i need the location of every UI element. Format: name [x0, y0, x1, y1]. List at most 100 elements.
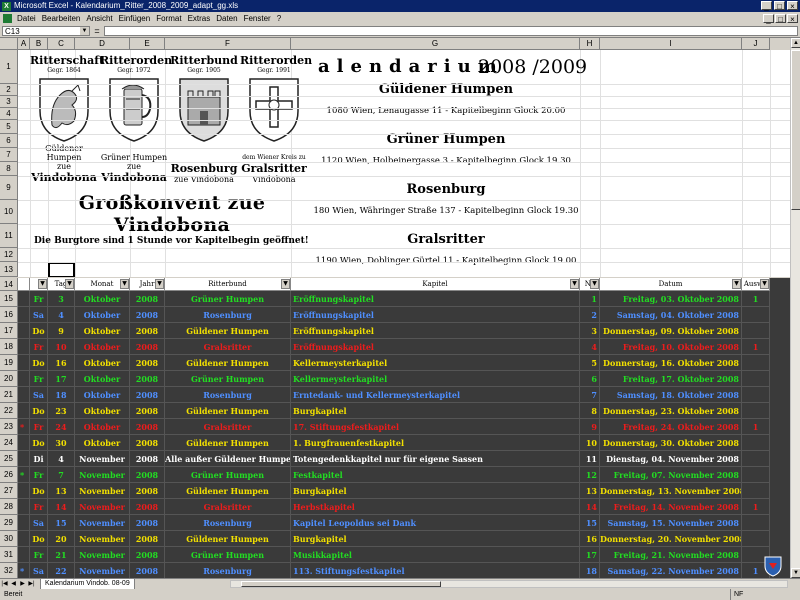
- cell-ritterbund[interactable]: Rosenburg: [165, 515, 291, 531]
- cell-day[interactable]: 17: [48, 371, 75, 387]
- cell-ritterbund[interactable]: Güldener Humpen: [165, 323, 291, 339]
- cell-month[interactable]: Oktober: [75, 323, 130, 339]
- cell-weekday[interactable]: Do: [30, 435, 48, 451]
- cell-day[interactable]: 15: [48, 515, 75, 531]
- cell-extra[interactable]: [742, 435, 770, 451]
- cell-weekday[interactable]: Fr: [30, 499, 48, 515]
- cell-year[interactable]: 2008: [130, 371, 165, 387]
- cell-number[interactable]: 12: [580, 467, 600, 483]
- cell-year[interactable]: 2008: [130, 435, 165, 451]
- workbook-icon[interactable]: [3, 14, 12, 23]
- row-marker[interactable]: [18, 515, 30, 531]
- row-header-25[interactable]: 25: [0, 451, 18, 467]
- row-header-2[interactable]: 2: [0, 84, 18, 96]
- cell-year[interactable]: 2008: [130, 323, 165, 339]
- cell-ritterbund[interactable]: Gralsritter: [165, 499, 291, 515]
- cell-year[interactable]: 2008: [130, 339, 165, 355]
- row-header-8[interactable]: 8: [0, 162, 18, 176]
- cell-ritterbund[interactable]: Güldener Humpen: [165, 435, 291, 451]
- cell-year[interactable]: 2008: [130, 515, 165, 531]
- row-marker[interactable]: [18, 483, 30, 499]
- row-header-27[interactable]: 27: [0, 483, 18, 499]
- cell-number[interactable]: 8: [580, 403, 600, 419]
- next-sheet-icon[interactable]: ▶: [18, 580, 27, 589]
- row-marker[interactable]: [18, 323, 30, 339]
- cell-extra[interactable]: [742, 531, 770, 547]
- row-header-13[interactable]: 13: [0, 262, 18, 277]
- name-box[interactable]: C13 ▼: [2, 26, 90, 36]
- cell-day[interactable]: 20: [48, 531, 75, 547]
- cell-month[interactable]: Oktober: [75, 403, 130, 419]
- cell-extra[interactable]: 1: [742, 339, 770, 355]
- cell-kapitel[interactable]: 1. Burgfrauenfestkapitel: [291, 435, 580, 451]
- maximize-button[interactable]: □: [774, 1, 785, 11]
- cell-month[interactable]: November: [75, 499, 130, 515]
- cell-weekday[interactable]: Do: [30, 403, 48, 419]
- row-header-12[interactable]: 12: [0, 248, 18, 262]
- formula-equals[interactable]: =: [90, 26, 104, 36]
- cell-ritterbund[interactable]: Grüner Humpen: [165, 547, 291, 563]
- doc-minimize-button[interactable]: _: [763, 14, 774, 24]
- row-header-3[interactable]: 3: [0, 96, 18, 108]
- menu-item-8[interactable]: ?: [274, 14, 284, 23]
- cell-year[interactable]: 2008: [130, 451, 165, 467]
- sheet-tab-kalendarium[interactable]: Kalendarium Vindob. 08-09: [40, 578, 135, 590]
- cell-kapitel[interactable]: Eröffnungskapitel: [291, 339, 580, 355]
- horizontal-scroll-thumb[interactable]: [241, 581, 441, 587]
- cell-extra[interactable]: [742, 403, 770, 419]
- cell-datum[interactable]: Donnerstag, 09. Oktober 2008: [600, 323, 742, 339]
- cell-month[interactable]: Oktober: [75, 307, 130, 323]
- cell-month[interactable]: November: [75, 515, 130, 531]
- menu-item-7[interactable]: Fenster: [241, 14, 274, 23]
- menu-item-4[interactable]: Format: [153, 14, 184, 23]
- row-header-5[interactable]: 5: [0, 120, 18, 134]
- cell-month[interactable]: Oktober: [75, 419, 130, 435]
- row-marker[interactable]: [18, 307, 30, 323]
- minimize-button[interactable]: _: [761, 1, 772, 11]
- cell-kapitel[interactable]: Erntedank- und Kellermeysterkapitel: [291, 387, 580, 403]
- cell-day[interactable]: 30: [48, 435, 75, 451]
- cell-year[interactable]: 2008: [130, 483, 165, 499]
- cell-year[interactable]: 2008: [130, 403, 165, 419]
- row-header-1[interactable]: 1: [0, 50, 18, 84]
- cell-kapitel[interactable]: Musikkapitel: [291, 547, 580, 563]
- cell-ritterbund[interactable]: Grüner Humpen: [165, 291, 291, 307]
- autofilter-dropdown-icon[interactable]: ▼: [590, 279, 599, 289]
- row-header-16[interactable]: 16: [0, 307, 18, 323]
- cell-month[interactable]: Oktober: [75, 355, 130, 371]
- cell-day[interactable]: 3: [48, 291, 75, 307]
- row-header-11[interactable]: 11: [0, 224, 18, 248]
- cell-month[interactable]: November: [75, 531, 130, 547]
- cell-weekday[interactable]: Fr: [30, 467, 48, 483]
- autofilter-dropdown-icon[interactable]: ▼: [120, 279, 129, 289]
- column-header-f[interactable]: F: [165, 38, 291, 50]
- cell-year[interactable]: 2008: [130, 291, 165, 307]
- cell-day[interactable]: 18: [48, 387, 75, 403]
- row-marker[interactable]: [18, 547, 30, 563]
- row-header-4[interactable]: 4: [0, 108, 18, 120]
- cell-datum[interactable]: Freitag, 14. November 2008: [600, 499, 742, 515]
- cell-kapitel[interactable]: Kapitel Leopoldus sei Dank: [291, 515, 580, 531]
- column-header-a[interactable]: A: [18, 38, 30, 50]
- cell-extra[interactable]: [742, 355, 770, 371]
- menu-item-5[interactable]: Extras: [185, 14, 214, 23]
- cell-weekday[interactable]: Do: [30, 531, 48, 547]
- cell-year[interactable]: 2008: [130, 563, 165, 578]
- cell-extra[interactable]: [742, 467, 770, 483]
- cell-weekday[interactable]: Do: [30, 323, 48, 339]
- cell-weekday[interactable]: Sa: [30, 307, 48, 323]
- cell-year[interactable]: 2008: [130, 499, 165, 515]
- cell-datum[interactable]: Freitag, 17. Oktober 2008: [600, 371, 742, 387]
- cell-day[interactable]: 14: [48, 499, 75, 515]
- cell-datum[interactable]: Freitag, 24. Oktober 2008: [600, 419, 742, 435]
- close-button[interactable]: ×: [787, 1, 798, 11]
- cell-ritterbund[interactable]: Rosenburg: [165, 563, 291, 578]
- cell-number[interactable]: 16: [580, 531, 600, 547]
- cell-day[interactable]: 23: [48, 403, 75, 419]
- cell-month[interactable]: November: [75, 451, 130, 467]
- cell-weekday[interactable]: Di: [30, 451, 48, 467]
- column-header-g[interactable]: G: [291, 38, 580, 50]
- row-header-18[interactable]: 18: [0, 339, 18, 355]
- row-marker[interactable]: [18, 531, 30, 547]
- cell-weekday[interactable]: Fr: [30, 291, 48, 307]
